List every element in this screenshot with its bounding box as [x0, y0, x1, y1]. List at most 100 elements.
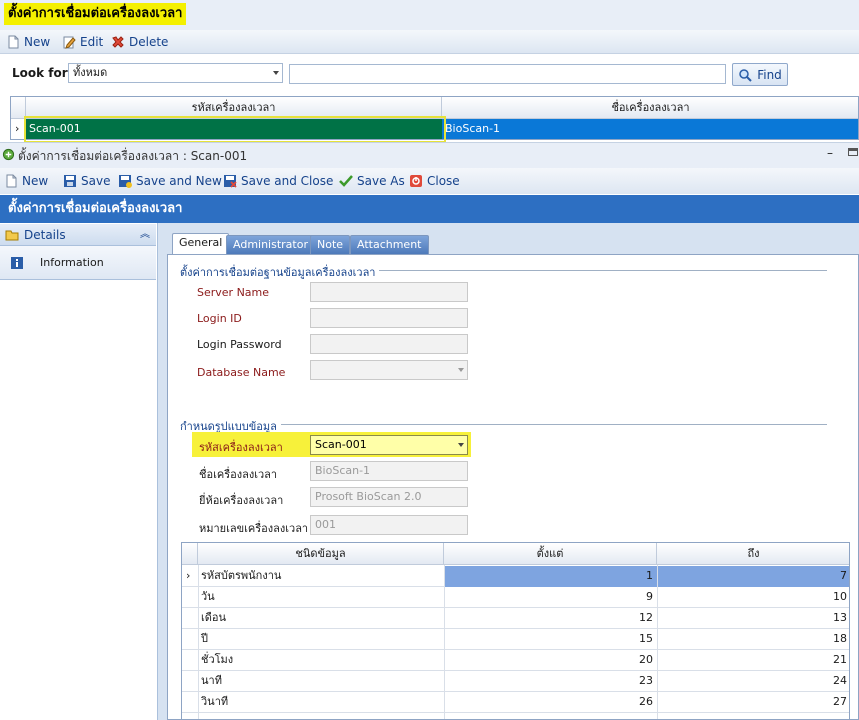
save-and-close-label: Save and Close	[241, 174, 334, 188]
minimize-icon[interactable]: –	[827, 146, 837, 160]
save-and-close-button[interactable]: Save and Close	[223, 168, 333, 194]
lookfor-scope-select[interactable]: ทั้งหมด	[68, 63, 283, 83]
cell-from[interactable]: 26	[444, 692, 657, 713]
tab-attachment[interactable]: Attachment	[350, 235, 429, 255]
cell-name[interactable]: BioScan-1	[442, 119, 858, 139]
column-header-type[interactable]: ชนิดข้อมูล	[198, 543, 444, 565]
server-name-field[interactable]	[310, 282, 468, 302]
save-as-button[interactable]: Save As	[339, 168, 405, 194]
find-button[interactable]: Find	[732, 63, 788, 86]
save-button[interactable]: Save	[63, 168, 110, 194]
lookfor-scope-value: ทั้งหมด	[73, 66, 108, 79]
login-id-field[interactable]	[310, 308, 468, 328]
search-input[interactable]	[289, 64, 726, 84]
login-id-label: Login ID	[197, 312, 242, 325]
machine-code-label: รหัสเครื่องลงเวลา	[199, 441, 283, 454]
table-row[interactable]: วินาที 26 27	[182, 692, 849, 713]
machine-code-select[interactable]: Scan-001	[310, 435, 468, 455]
login-password-label: Login Password	[197, 338, 282, 351]
cell-from[interactable]: 15	[444, 629, 657, 650]
form-header: ตั้งค่าการเชื่อมต่อเครื่องลงเวลา	[0, 195, 859, 223]
chevron-down-icon	[458, 443, 464, 447]
column-header-from[interactable]: ตั้งแต่	[444, 543, 657, 565]
column-divider	[657, 565, 658, 719]
cell-type[interactable]: วินาที	[201, 692, 444, 713]
nav-item-information[interactable]: Information	[0, 246, 156, 280]
cell-from[interactable]: 1	[444, 566, 657, 587]
cell-type[interactable]: รหัสบัตรพนักงาน	[201, 566, 444, 587]
db-section-title: ตั้งค่าการเชื่อมต่อฐานข้อมูลเครื่องลงเวล…	[180, 263, 380, 281]
tab-general[interactable]: General	[172, 233, 230, 255]
detail-new-label: New	[22, 174, 49, 188]
cell-to[interactable]: 10	[657, 587, 849, 608]
data-format-grid: ชนิดข้อมูล ตั้งแต่ ถึง › รหัสบัตรพนักงาน…	[181, 542, 850, 720]
save-and-new-button[interactable]: Save and New	[118, 168, 222, 194]
app-icon	[2, 148, 15, 161]
table-row[interactable]: › รหัสบัตรพนักงาน 1 7	[182, 566, 849, 587]
machine-name-label: ชื่อเครื่องลงเวลา	[199, 468, 278, 481]
highlight-frame	[24, 116, 446, 143]
machine-code-value: Scan-001	[315, 438, 367, 451]
collapse-chevron-icon[interactable]: ︽	[140, 224, 150, 246]
login-password-field[interactable]	[310, 334, 468, 354]
save-icon	[64, 175, 76, 187]
cell-type[interactable]: ชั่วโมง	[201, 650, 444, 671]
new-document-icon	[6, 174, 17, 188]
save-and-new-label: Save and New	[136, 174, 222, 188]
table-row[interactable]: ชั่วโมง 20 21	[182, 650, 849, 671]
close-button[interactable]: Close	[409, 168, 460, 194]
table-row[interactable]: วัน 9 10	[182, 587, 849, 608]
cell-type[interactable]: วัน	[201, 587, 444, 608]
column-divider	[444, 565, 445, 719]
cell-from[interactable]: 9	[444, 587, 657, 608]
column-header-name[interactable]: ชื่อเครื่องลงเวลา	[442, 97, 858, 119]
database-name-select[interactable]	[310, 360, 468, 380]
machine-number-field[interactable]: 001	[310, 515, 468, 535]
cell-from[interactable]: 12	[444, 608, 657, 629]
cell-to[interactable]: 7	[657, 566, 849, 587]
cell-to[interactable]: 13	[657, 608, 849, 629]
cell-to[interactable]: 24	[657, 671, 849, 692]
search-icon	[739, 68, 752, 82]
table-row[interactable]: นาที 23 24	[182, 671, 849, 692]
lookfor-label: Look for	[12, 66, 68, 80]
column-header-to[interactable]: ถึง	[657, 543, 849, 565]
detail-new-button[interactable]: New	[4, 168, 48, 194]
info-icon	[11, 257, 23, 269]
cell-type[interactable]: ปี	[201, 629, 444, 650]
save-close-icon	[224, 175, 237, 188]
cell-type[interactable]: นาที	[201, 671, 444, 692]
save-label: Save	[81, 174, 111, 188]
details-group-header[interactable]: Details ︽	[0, 224, 156, 246]
delete-label: Delete	[129, 35, 169, 49]
cell-from[interactable]: 20	[444, 650, 657, 671]
table-row[interactable]: ปี 15 18	[182, 629, 849, 650]
page-title: ตั้งค่าการเชื่อมต่อเครื่องลงเวลา	[4, 3, 187, 25]
new-document-icon	[8, 35, 19, 49]
find-label: Find	[757, 67, 782, 82]
close-label: Close	[427, 174, 460, 188]
maximize-icon[interactable]	[848, 148, 858, 156]
cell-to[interactable]: 21	[657, 650, 849, 671]
machine-brand-field[interactable]: Prosoft BioScan 2.0	[310, 487, 468, 507]
tab-administrator[interactable]: Administrator	[226, 235, 315, 255]
edit-button[interactable]: Edit	[62, 30, 103, 54]
machine-brand-label: ยี่ห้อเครื่องลงเวลา	[199, 494, 284, 507]
cell-to[interactable]: 18	[657, 629, 849, 650]
table-row[interactable]: เดือน 12 13	[182, 608, 849, 629]
machine-name-field[interactable]: BioScan-1	[310, 461, 468, 481]
new-button[interactable]: New	[6, 30, 50, 54]
row-pointer-icon: ›	[186, 569, 191, 582]
machine-number-label: หมายเลขเครื่องลงเวลา	[199, 522, 309, 535]
list-toolbar: New Edit Delete	[0, 30, 859, 54]
edit-label: Edit	[80, 35, 104, 49]
row-indicator-header	[182, 543, 198, 565]
cell-type[interactable]: เดือน	[201, 608, 444, 629]
cell-to[interactable]: 27	[657, 692, 849, 713]
delete-button[interactable]: Delete	[111, 30, 168, 54]
tab-note[interactable]: Note	[310, 235, 351, 255]
column-divider	[198, 565, 199, 719]
cell-from[interactable]: 23	[444, 671, 657, 692]
delete-icon	[112, 36, 124, 48]
detail-toolbar: New Save Save and New Save and Close Sav…	[0, 168, 859, 194]
